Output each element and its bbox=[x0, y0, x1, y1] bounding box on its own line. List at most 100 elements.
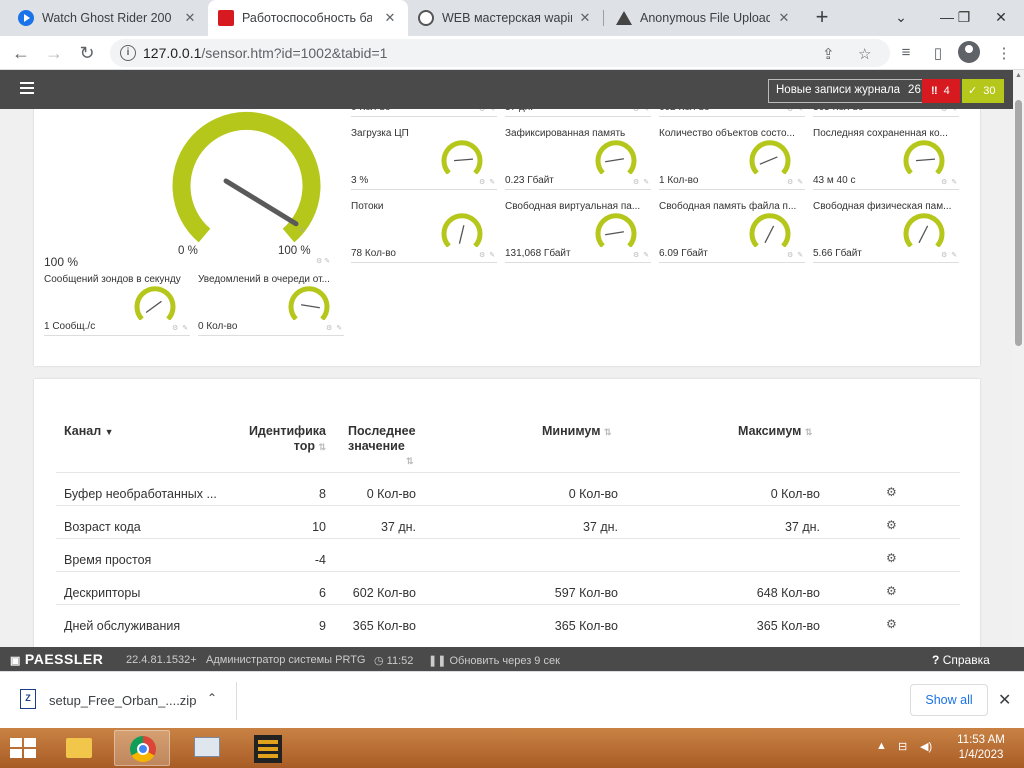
channel-settings-gear-icon[interactable]: ⚙ bbox=[886, 584, 897, 598]
scroll-thumb[interactable] bbox=[1015, 100, 1022, 346]
gauge-settings-icon[interactable]: ⚙ ✎ bbox=[316, 257, 330, 265]
gauge-card[interactable]: Количество объектов состо... 1 Кол-во ⚙ ✎ bbox=[659, 128, 805, 190]
cell-channel[interactable]: Время простоя bbox=[64, 553, 151, 567]
menu-dots-icon[interactable]: ⋮ bbox=[995, 44, 1013, 62]
scroll-up-icon[interactable]: ▲ bbox=[1015, 72, 1022, 79]
cell-id: 8 bbox=[319, 487, 326, 501]
cell-id: 9 bbox=[319, 619, 326, 633]
channel-settings-gear-icon[interactable]: ⚙ bbox=[886, 485, 897, 499]
tab-anonymous-upload[interactable]: Anonymous File Upload ✕ bbox=[606, 0, 802, 36]
hamburger-menu-icon[interactable] bbox=[20, 82, 34, 94]
reload-icon[interactable]: ↻ bbox=[74, 40, 100, 66]
table-row[interactable]: Возраст кода 10 37 дн. 37 дн. 37 дн. ⚙ bbox=[56, 505, 960, 538]
side-panel-icon[interactable]: ▯ bbox=[929, 44, 947, 62]
gauge-settings-icon[interactable]: ⚙ ✎ bbox=[633, 251, 650, 259]
gauge-card[interactable]: 365 Кол-во ⚙ ✎ bbox=[813, 109, 959, 117]
close-icon[interactable]: ✕ bbox=[182, 10, 198, 26]
gauge-settings-icon[interactable]: ⚙ ✎ bbox=[633, 178, 650, 186]
ok-sensors-badge[interactable]: ✓ 30 bbox=[962, 79, 1004, 103]
gauge-card[interactable]: Загрузка ЦП 3 % ⚙ ✎ bbox=[351, 128, 497, 190]
gauge-settings-icon[interactable]: ⚙ ✎ bbox=[479, 178, 496, 186]
page-scrollbar[interactable]: ▲ bbox=[1013, 70, 1024, 647]
prtg-app-taskbar-button[interactable] bbox=[240, 730, 296, 766]
show-all-button[interactable]: Show all bbox=[910, 684, 988, 716]
gauge-value: 0.23 Гбайт bbox=[505, 175, 554, 186]
network-icon[interactable]: ⊟ bbox=[898, 740, 907, 753]
gauge-settings-icon[interactable]: ⚙ ✎ bbox=[479, 109, 496, 113]
gauge-card[interactable]: Свободная память файла п... 6.09 Гбайт ⚙ ✎ bbox=[659, 201, 805, 263]
close-icon[interactable]: ✕ bbox=[382, 10, 398, 26]
windows-start-icon[interactable] bbox=[10, 738, 38, 760]
gauge-card[interactable]: Уведомлений в очереди от... 0 Кол-во ⚙ ✎ bbox=[198, 274, 344, 336]
table-row[interactable]: Дней обслуживания 9 365 Кол-во 365 Кол-во 36… bbox=[56, 604, 960, 637]
cell-last: 365 Кол-во bbox=[352, 619, 416, 633]
volume-icon[interactable]: ◀) bbox=[920, 740, 932, 753]
reading-list-icon[interactable]: ≡ bbox=[897, 44, 915, 62]
pause-icon: ❚❚ bbox=[428, 655, 447, 667]
url-text[interactable]: 127.0.0.1/sensor.htm?id=1002&tabid=1 bbox=[143, 45, 387, 61]
taskbar-clock[interactable]: 11:53 AM 1/4/2023 bbox=[948, 733, 1014, 763]
column-header-min[interactable]: Минимум ⇅ bbox=[542, 424, 611, 440]
close-icon[interactable]: ✕ bbox=[776, 10, 792, 26]
gauge-card[interactable]: Зафиксированная память 0.23 Гбайт ⚙ ✎ bbox=[505, 128, 651, 190]
table-row[interactable]: Буфер необработанных ... 8 0 Кол-во 0 Кол-в… bbox=[56, 472, 960, 505]
gauge-settings-icon[interactable]: ⚙ ✎ bbox=[787, 251, 804, 259]
cell-channel[interactable]: Дней обслуживания bbox=[64, 619, 180, 633]
site-info-icon[interactable]: i bbox=[120, 45, 136, 61]
close-download-bar-icon[interactable]: ✕ bbox=[998, 690, 1011, 710]
file-explorer-taskbar-button[interactable] bbox=[50, 730, 106, 766]
gauge-settings-icon[interactable]: ⚙ ✎ bbox=[633, 109, 650, 113]
tab-prtg-health[interactable]: Работоспособность базо ✕ bbox=[208, 0, 408, 36]
download-file-name[interactable]: setup_Free_Orban_....zip bbox=[49, 693, 196, 708]
column-header-channel[interactable]: Канал ▼ bbox=[64, 424, 114, 440]
close-icon[interactable]: ✕ bbox=[577, 10, 593, 26]
cell-channel[interactable]: Дескрипторы bbox=[64, 586, 140, 600]
gauge-settings-icon[interactable]: ⚙ ✎ bbox=[941, 178, 958, 186]
forward-arrow-icon[interactable]: → bbox=[41, 40, 67, 66]
back-arrow-icon[interactable]: ← bbox=[8, 40, 34, 66]
chrome-taskbar-button[interactable] bbox=[114, 730, 170, 766]
table-row[interactable]: Время простоя -4 ⚙ bbox=[56, 538, 960, 571]
gauge-settings-icon[interactable]: ⚙ ✎ bbox=[941, 251, 958, 259]
gauge-card[interactable]: Потоки 78 Кол-во ⚙ ✎ bbox=[351, 201, 497, 263]
help-link[interactable]: ? Справка bbox=[932, 653, 990, 667]
close-window-button[interactable]: ✕ bbox=[978, 0, 1024, 36]
gauge-card[interactable]: Свободная физическая пам... 5.66 Гбайт ⚙ ✎ bbox=[813, 201, 959, 263]
chevron-up-icon[interactable]: ⌃ bbox=[207, 691, 217, 705]
gauge-settings-icon[interactable]: ⚙ ✎ bbox=[941, 109, 958, 113]
column-header-last-value[interactable]: Последнее значение ⇅ bbox=[348, 424, 416, 469]
share-icon[interactable]: ⇪ bbox=[822, 45, 835, 63]
gauge-settings-icon[interactable]: ⚙ ✎ bbox=[326, 324, 343, 332]
gauge-card[interactable]: 0 Кол-во ⚙ ✎ bbox=[351, 109, 497, 117]
channel-settings-gear-icon[interactable]: ⚙ bbox=[886, 551, 897, 565]
tab-ghost-rider[interactable]: Watch Ghost Rider 2007 ✕ bbox=[8, 0, 208, 36]
gauge-card[interactable]: 602 Кол-во ⚙ ✎ bbox=[659, 109, 805, 117]
new-tab-button[interactable]: + bbox=[810, 6, 834, 30]
refresh-toggle[interactable]: ❚❚ Обновить через 9 сек bbox=[428, 654, 560, 667]
profile-avatar[interactable] bbox=[958, 41, 980, 63]
tray-expand-icon[interactable]: ▲ bbox=[876, 740, 887, 752]
monitor-app-taskbar-button[interactable] bbox=[178, 730, 234, 766]
address-bar[interactable]: i 127.0.0.1/sensor.htm?id=1002&tabid=1 ⇪… bbox=[110, 39, 890, 67]
gauge-settings-icon[interactable]: ⚙ ✎ bbox=[479, 251, 496, 259]
channel-settings-gear-icon[interactable]: ⚙ bbox=[886, 617, 897, 631]
new-log-entries-button[interactable]: Новые записи журнала 26 bbox=[768, 79, 929, 103]
alarms-badge[interactable]: ‼ 4 bbox=[922, 79, 960, 103]
gauge-settings-icon[interactable]: ⚙ ✎ bbox=[172, 324, 189, 332]
gauge-card[interactable]: Сообщений зондов в секунду 1 Сообщ./с ⚙ ✎ bbox=[44, 274, 190, 336]
column-header-max[interactable]: Максимум ⇅ bbox=[738, 424, 812, 440]
cell-channel[interactable]: Возраст кода bbox=[64, 520, 141, 534]
channel-settings-gear-icon[interactable]: ⚙ bbox=[886, 518, 897, 532]
gauge-card[interactable]: Последняя сохраненная ко... 43 м 40 с ⚙ ✎ bbox=[813, 128, 959, 190]
bookmark-star-icon[interactable]: ☆ bbox=[858, 45, 871, 63]
tab-web-workshop[interactable]: WEB мастерская wapine ✕ bbox=[408, 0, 603, 36]
window-chevron-icon[interactable]: ⌄ bbox=[878, 0, 924, 36]
table-row[interactable]: Дескрипторы 6 602 Кол-во 597 Кол-во 648 Кол-… bbox=[56, 571, 960, 604]
gauge-card[interactable]: 37 дн. ⚙ ✎ bbox=[505, 109, 651, 117]
gauge-card[interactable]: Свободная виртуальная па... 131,068 Гбайт… bbox=[505, 201, 651, 263]
user-link[interactable]: Администратор системы PRTG bbox=[206, 654, 365, 666]
cell-channel[interactable]: Буфер необработанных ... bbox=[64, 487, 217, 501]
gauge-settings-icon[interactable]: ⚙ ✎ bbox=[787, 178, 804, 186]
column-header-id[interactable]: Идентифика тор ⇅ bbox=[246, 424, 326, 455]
gauge-settings-icon[interactable]: ⚙ ✎ bbox=[787, 109, 804, 113]
